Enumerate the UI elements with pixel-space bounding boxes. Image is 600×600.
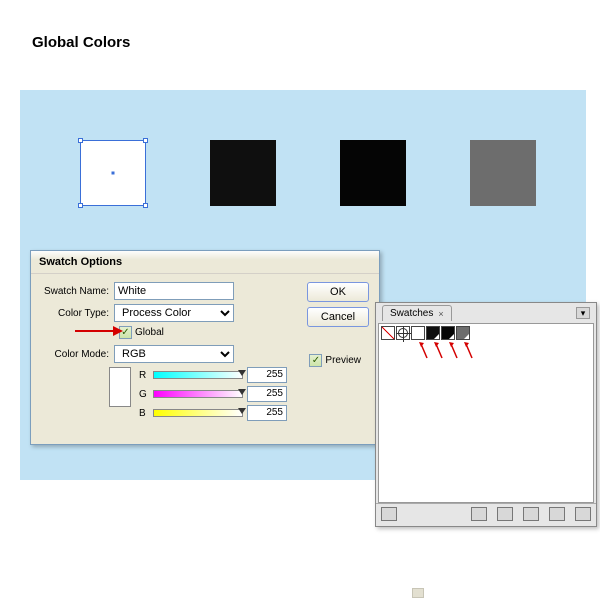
r-label: R [139, 370, 149, 381]
close-icon[interactable]: × [438, 309, 443, 319]
square-selected[interactable] [80, 140, 146, 206]
annotation-arrows [419, 342, 476, 360]
swatch-registration[interactable] [396, 326, 410, 340]
r-slider[interactable] [153, 371, 243, 379]
swatch-white[interactable] [411, 326, 425, 340]
panel-menu-icon[interactable]: ▾ [576, 307, 590, 319]
g-value[interactable]: 255 [247, 386, 287, 402]
square-2[interactable] [210, 140, 276, 206]
swatch-name-label: Swatch Name: [39, 286, 114, 297]
color-mode-select[interactable]: RGB [114, 345, 234, 363]
swatch-libraries-icon[interactable] [471, 507, 487, 521]
dialog-title: Swatch Options [31, 251, 379, 274]
swatch-preview-box [109, 367, 131, 407]
b-slider[interactable] [153, 409, 243, 417]
g-slider[interactable] [153, 390, 243, 398]
b-label: B [139, 408, 149, 419]
swatch-black-2[interactable] [441, 326, 455, 340]
swatch-name-input[interactable] [114, 282, 234, 300]
color-type-label: Color Type: [39, 308, 114, 319]
swatches-panel: Swatches × ▾ [375, 302, 597, 527]
swatch-kinds-icon[interactable] [381, 507, 397, 521]
cancel-button[interactable]: Cancel [307, 307, 369, 327]
global-label: Global [135, 327, 164, 338]
tab-swatches[interactable]: Swatches × [382, 305, 452, 321]
swatch-grid [378, 323, 594, 503]
rgb-sliders: R 255 G 255 B 255 [139, 367, 287, 421]
b-value[interactable]: 255 [247, 405, 287, 421]
delete-swatch-icon[interactable] [575, 507, 591, 521]
color-type-select[interactable]: Process Color [114, 304, 234, 322]
annotation-arrow-icon [73, 324, 125, 336]
page-title: Global Colors [32, 34, 130, 51]
color-mode-label: Color Mode: [39, 349, 114, 360]
square-4[interactable] [470, 140, 536, 206]
scrollbar-fragment-icon [412, 588, 424, 598]
square-3[interactable] [340, 140, 406, 206]
new-group-icon[interactable] [523, 507, 539, 521]
show-options-icon[interactable] [497, 507, 513, 521]
ok-button[interactable]: OK [307, 282, 369, 302]
preview-label: Preview [325, 355, 361, 366]
swatch-options-dialog: Swatch Options Swatch Name: Color Type: … [30, 250, 380, 445]
global-checkbox[interactable]: ✓ [119, 326, 132, 339]
g-label: G [139, 389, 149, 400]
new-swatch-icon[interactable] [549, 507, 565, 521]
swatch-black-1[interactable] [426, 326, 440, 340]
swatch-none[interactable] [381, 326, 395, 340]
swatch-gray[interactable] [456, 326, 470, 340]
preview-checkbox[interactable]: ✓ [309, 354, 322, 367]
tab-swatches-label: Swatches [390, 308, 433, 319]
r-value[interactable]: 255 [247, 367, 287, 383]
